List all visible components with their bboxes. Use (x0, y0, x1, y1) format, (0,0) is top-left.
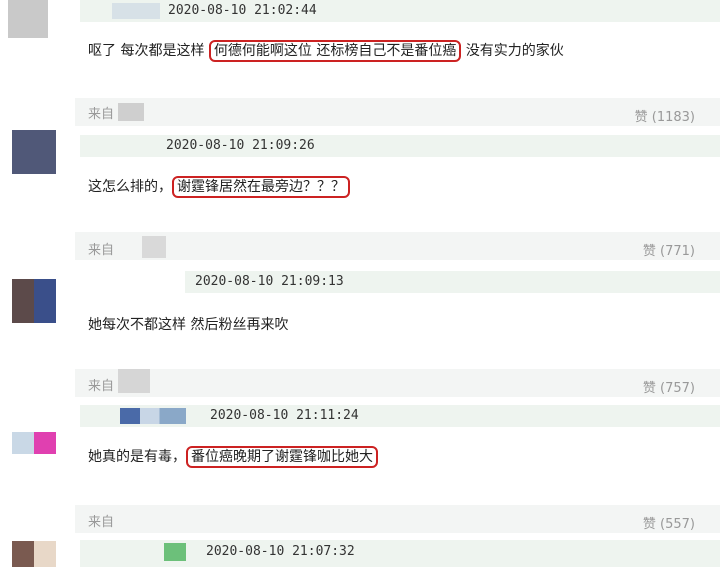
source-label: 来自 (88, 243, 115, 258)
comment-text: 她真的是有毒， 番位癌晚期了谢霆锋咖比她大 (88, 446, 378, 468)
like-button[interactable]: 赞 (757) (585, 377, 695, 396)
comment-text-part: 她真的是有毒， (88, 449, 186, 465)
avatar[interactable] (12, 541, 56, 567)
source-label: 来自 (88, 107, 115, 122)
like-button[interactable]: 赞 (557) (585, 513, 695, 532)
comment-timestamp: 2020-08-10 21:02:44 (168, 3, 317, 18)
comment-item: 2020-08-10 21:07:32 (0, 535, 720, 567)
username-blurred[interactable] (120, 408, 186, 424)
comment-timestamp: 2020-08-10 21:11:24 (210, 408, 359, 423)
source-label: 来自 (88, 515, 115, 530)
comment-text-part: 呕了 每次都是这样 (88, 43, 205, 59)
avatar[interactable] (8, 0, 48, 38)
source-name-blurred[interactable] (118, 369, 150, 393)
highlighted-text: 谢霆锋居然在最旁边？？？ (172, 176, 350, 198)
comment-item: 2020-08-10 21:11:24 她真的是有毒， 番位癌晚期了谢霆锋咖比她大… (0, 400, 720, 535)
comment-item: 2020-08-10 21:09:13 她每次不都这样 然后粉丝再来吹 来自 赞… (0, 263, 720, 400)
avatar[interactable] (12, 279, 56, 323)
comment-text: 她每次不都这样 然后粉丝再来吹 (88, 314, 288, 334)
source-name-blurred[interactable] (142, 236, 166, 258)
comment-item: 2020-08-10 21:02:44 呕了 每次都是这样 何德何能啊这位 还标… (0, 0, 720, 130)
comment-item: 2020-08-10 21:09:26 这怎么排的， 谢霆锋居然在最旁边？？？ 来… (0, 130, 720, 260)
username-blurred[interactable] (164, 543, 186, 561)
highlighted-text: 何德何能啊这位 还标榜自己不是番位癌 (208, 40, 462, 62)
avatar[interactable] (12, 130, 56, 174)
comment-text: 呕了 每次都是这样 何德何能啊这位 还标榜自己不是番位癌 没有实力的家伙 (88, 40, 564, 62)
comment-timestamp: 2020-08-10 21:09:26 (166, 138, 315, 153)
like-button[interactable]: 赞 (1183) (585, 106, 695, 125)
avatar[interactable] (12, 432, 56, 454)
comment-timestamp: 2020-08-10 21:09:13 (195, 274, 344, 289)
source-name-blurred[interactable] (118, 103, 144, 121)
username-blurred[interactable] (112, 3, 160, 19)
comment-text-part: 她每次不都这样 然后粉丝再来吹 (88, 317, 289, 333)
comment-text-part: 没有实力的家伙 (465, 43, 564, 59)
like-button[interactable]: 赞 (771) (585, 240, 695, 259)
comment-text: 这怎么排的， 谢霆锋居然在最旁边？？？ (88, 176, 350, 198)
highlighted-text: 番位癌晚期了谢霆锋咖比她大 (186, 446, 378, 468)
comment-text-part: 这怎么排的， (88, 179, 172, 195)
source-label: 来自 (88, 379, 115, 394)
comment-timestamp: 2020-08-10 21:07:32 (206, 544, 355, 559)
